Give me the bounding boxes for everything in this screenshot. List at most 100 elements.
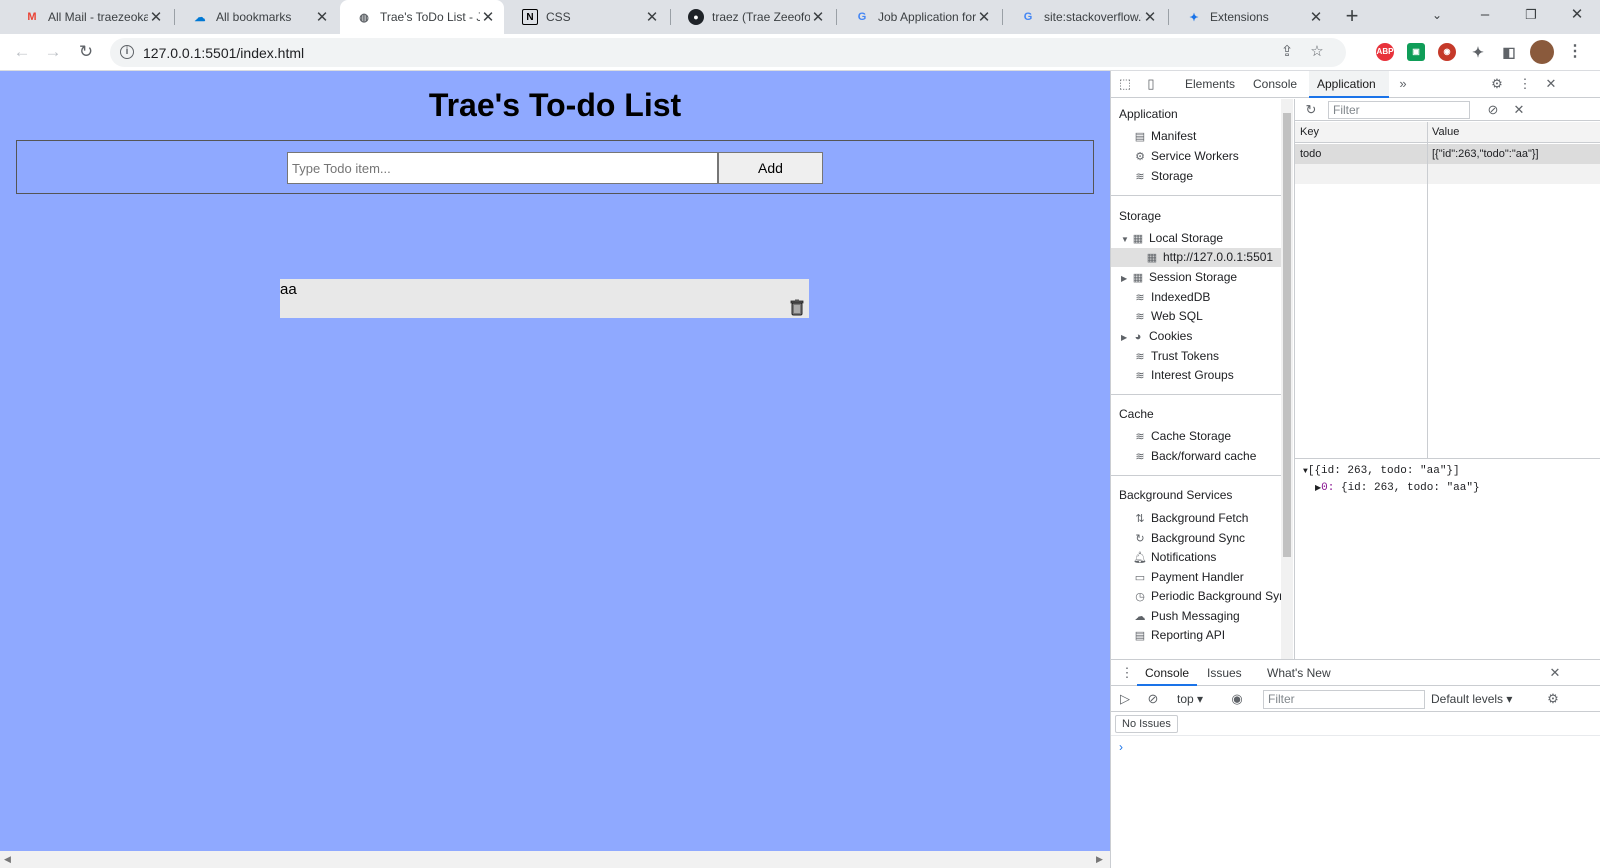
collapsed-triangle-icon[interactable]: ▶ (1121, 328, 1131, 347)
column-header-key[interactable]: Key (1300, 122, 1319, 142)
tab-stackoverflow-search[interactable]: G site:stackoverflow.c ✕ (1004, 0, 1166, 34)
drawer-menu-icon[interactable]: ⋮ (1119, 665, 1135, 681)
extensions-puzzle-icon[interactable]: ✦ (1469, 43, 1487, 61)
sidebar-item-indexeddb[interactable]: ≋ IndexedDB (1111, 288, 1281, 307)
todo-input[interactable] (287, 152, 718, 184)
drawer-tab-issues[interactable]: Issues (1199, 660, 1250, 686)
sidebar-vertical-scrollbar[interactable] (1281, 99, 1293, 659)
tab-search-icon[interactable]: ⌄ (1414, 0, 1460, 30)
close-icon[interactable]: ✕ (644, 9, 660, 26)
add-button[interactable]: Add (718, 152, 823, 184)
menu-kebab-icon[interactable]: ⋮ (1566, 43, 1584, 61)
tab-job-application[interactable]: G Job Application for ✕ (838, 0, 1000, 34)
sidebar-item-cookies[interactable]: ▶ ◕ Cookies (1111, 327, 1281, 346)
drawer-tab-console[interactable]: Console (1137, 660, 1198, 686)
back-button[interactable]: ← (10, 40, 34, 64)
tab-extensions[interactable]: ✦ Extensions ✕ (1170, 0, 1332, 34)
device-toolbar-icon[interactable]: ▯ (1143, 76, 1159, 92)
adblock-plus-icon[interactable]: ABP (1376, 43, 1394, 61)
tab-css[interactable]: N CSS ✕ (506, 0, 668, 34)
scroll-left-icon[interactable]: ◀ (4, 854, 11, 865)
expanded-triangle-icon[interactable]: ▼ (1121, 230, 1131, 249)
color-picker-extension-icon[interactable]: ◉ (1438, 43, 1456, 61)
sidebar-item-local-storage[interactable]: ▼ ▦ Local Storage (1111, 229, 1281, 248)
console-prompt[interactable]: › (1119, 740, 1123, 754)
close-icon[interactable]: ✕ (810, 9, 826, 26)
trash-icon[interactable] (789, 299, 805, 316)
sidebar-item-session-storage[interactable]: ▶ ▦ Session Storage (1111, 268, 1281, 287)
share-icon[interactable]: ⇪ (1278, 43, 1296, 61)
sidebar-item-service-workers[interactable]: ⚙ Service Workers (1111, 147, 1281, 166)
restore-button[interactable]: ❐ (1508, 0, 1554, 30)
tab-gmail[interactable]: M All Mail - traezeoka ✕ (8, 0, 172, 34)
tab-title: Trae's ToDo List - Ja (380, 10, 480, 24)
live-expression-eye-icon[interactable]: ◉ (1229, 691, 1245, 707)
tab-todo-list[interactable]: ◍ Trae's ToDo List - Ja ✕ (340, 0, 504, 34)
sidebar-item-trust-tokens[interactable]: ≋ Trust Tokens (1111, 347, 1281, 366)
cloud-icon: ☁ (1134, 611, 1146, 623)
console-filter-input[interactable]: Filter (1263, 690, 1425, 709)
sidebar-item-local-storage-origin[interactable]: ▦ http://127.0.0.1:5501 (1111, 248, 1281, 267)
new-tab-button[interactable]: + (1340, 5, 1364, 29)
issues-badge[interactable]: No Issues (1115, 715, 1178, 733)
collapsed-triangle-icon[interactable]: ▶ (1121, 269, 1131, 288)
tab-console[interactable]: Console (1245, 71, 1305, 98)
tab-application[interactable]: Application (1309, 71, 1389, 98)
sidebar-item-background-fetch[interactable]: ⇅ Background Fetch (1111, 509, 1281, 528)
reload-button[interactable]: ↻ (74, 40, 98, 64)
extension-icon[interactable]: ▣ (1407, 43, 1425, 61)
database-icon: ≋ (1135, 431, 1145, 443)
sidebar-item-web-sql[interactable]: ≋ Web SQL (1111, 307, 1281, 326)
close-icon[interactable]: ✕ (480, 9, 496, 26)
sidebar-item-push-messaging[interactable]: ☁ Push Messaging (1111, 607, 1281, 626)
column-header-value[interactable]: Value (1432, 122, 1459, 142)
sidebar-item-interest-groups[interactable]: ≋ Interest Groups (1111, 366, 1281, 385)
sidebar-item-cache-storage[interactable]: ≋ Cache Storage (1111, 427, 1281, 446)
bookmark-star-icon[interactable]: ☆ (1308, 43, 1326, 61)
tab-github[interactable]: ● traez (Trae Zeeofor ✕ (672, 0, 834, 34)
drawer-tab-whats-new[interactable]: What's New (1259, 660, 1339, 686)
sidebar-item-notifications[interactable]: 🔔︎ Notifications (1111, 548, 1281, 567)
console-sidebar-icon[interactable]: ▷ (1117, 691, 1133, 707)
storage-filter-input[interactable]: Filter (1328, 101, 1470, 119)
close-window-button[interactable]: ✕ (1554, 0, 1600, 30)
avatar[interactable] (1530, 40, 1554, 64)
console-settings-gear-icon[interactable]: ⚙ (1545, 691, 1561, 707)
context-select[interactable]: top ▾ (1177, 692, 1203, 706)
minimize-button[interactable]: – (1462, 0, 1508, 30)
devtools-menu-icon[interactable]: ⋮ (1517, 76, 1533, 92)
notion-icon: N (522, 9, 538, 25)
sidebar-item-payment-handler[interactable]: ▭ Payment Handler (1111, 568, 1281, 587)
sidebar-item-reporting-api[interactable]: ▤ Reporting API (1111, 626, 1281, 645)
sidebar-item-periodic-background-sync[interactable]: ◷ Periodic Background Syr (1111, 587, 1283, 606)
sidebar-item-back-forward-cache[interactable]: ≋ Back/forward cache (1111, 447, 1281, 466)
tab-title: All Mail - traezeoka (48, 10, 148, 24)
page-horizontal-scrollbar[interactable]: ◀ ▶ (0, 851, 1110, 868)
sidebar-item-manifest[interactable]: ▤ Manifest (1111, 127, 1281, 146)
close-icon[interactable]: ✕ (1308, 9, 1324, 26)
clear-console-icon[interactable]: ⊘ (1145, 691, 1161, 707)
clear-all-icon[interactable]: ⊘ (1485, 102, 1501, 118)
tab-bookmarks[interactable]: ☁ All bookmarks ✕ (176, 0, 338, 34)
sidebar-item-background-sync[interactable]: ↻ Background Sync (1111, 529, 1281, 548)
close-icon[interactable]: ✕ (148, 9, 164, 26)
tab-elements[interactable]: Elements (1177, 71, 1243, 98)
close-icon[interactable]: ✕ (314, 9, 330, 26)
address-bar[interactable]: i 127.0.0.1:5501/index.html ⇪ ☆ (110, 38, 1346, 67)
close-devtools-icon[interactable]: ✕ (1543, 76, 1559, 92)
sidebar-item-storage[interactable]: ≋ Storage (1111, 167, 1281, 186)
close-drawer-icon[interactable]: ✕ (1547, 665, 1563, 681)
more-tabs-icon[interactable]: » (1395, 76, 1411, 92)
settings-gear-icon[interactable]: ⚙ (1489, 76, 1505, 92)
forward-button[interactable]: → (41, 40, 65, 64)
side-panel-icon[interactable]: ◧ (1500, 43, 1518, 61)
delete-selected-icon[interactable]: ✕ (1511, 102, 1527, 118)
inspect-element-icon[interactable]: ⬚ (1117, 76, 1133, 92)
close-icon[interactable]: ✕ (1142, 9, 1158, 26)
table-row[interactable]: todo [{"id":263,"todo":"aa"}] (1295, 144, 1600, 164)
refresh-icon[interactable]: ↻ (1303, 102, 1319, 118)
close-icon[interactable]: ✕ (976, 9, 992, 26)
scroll-right-icon[interactable]: ▶ (1096, 854, 1103, 865)
site-info-icon[interactable]: i (120, 45, 134, 59)
log-levels-select[interactable]: Default levels ▾ (1431, 692, 1512, 706)
